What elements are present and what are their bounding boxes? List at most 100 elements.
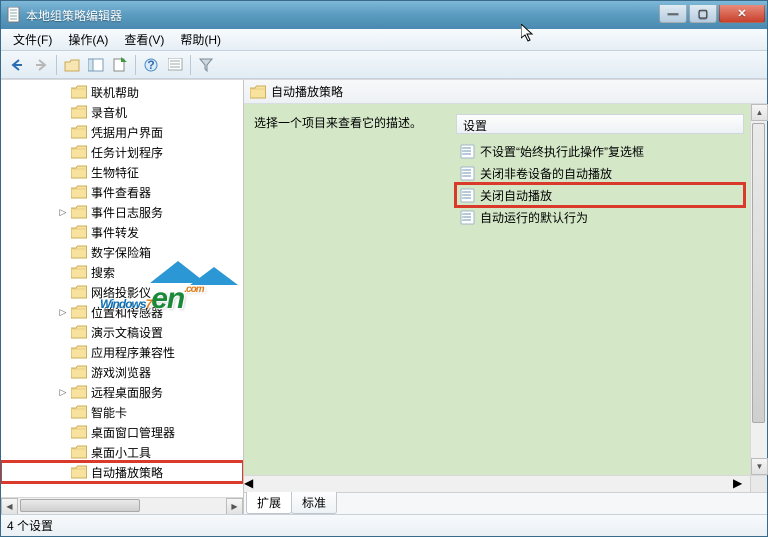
tree-item[interactable]: 桌面窗口管理器 — [1, 422, 243, 442]
scroll-track[interactable] — [261, 476, 733, 492]
tree-item[interactable]: 任务计划程序 — [1, 142, 243, 162]
tree-h-scrollbar[interactable]: ◀ ▶ — [1, 497, 243, 514]
show-tree-icon — [88, 58, 104, 72]
tree-item[interactable]: ▷事件日志服务 — [1, 202, 243, 222]
tree-item[interactable]: 应用程序兼容性 — [1, 342, 243, 362]
close-button[interactable]: ✕ — [719, 5, 765, 23]
tree-item[interactable]: 数字保险箱 — [1, 242, 243, 262]
setting-item[interactable]: 关闭非卷设备的自动播放 — [456, 162, 744, 184]
setting-item[interactable]: 关闭自动播放 — [456, 184, 744, 206]
tree-item-label: 事件转发 — [91, 224, 139, 241]
back-arrow-icon — [10, 58, 24, 72]
setting-item[interactable]: 不设置“始终执行此操作”复选框 — [456, 140, 744, 162]
setting-label: 不设置“始终执行此操作”复选框 — [480, 143, 644, 160]
tree-toggle-button[interactable] — [85, 54, 107, 76]
tree-item-label: 事件查看器 — [91, 184, 151, 201]
forward-button[interactable] — [30, 54, 52, 76]
app-window: 本地组策略编辑器 — ▢ ✕ 文件(F) 操作(A) 查看(V) 帮助(H) ?… — [0, 0, 768, 537]
folder-icon — [71, 465, 87, 479]
filter-icon — [199, 58, 213, 72]
folder-icon — [71, 445, 87, 459]
toolbar-separator — [135, 55, 136, 75]
scroll-left-button[interactable]: ◀ — [1, 498, 18, 515]
menu-bar: 文件(F) 操作(A) 查看(V) 帮助(H) — [1, 29, 767, 51]
properties-button[interactable] — [164, 54, 186, 76]
tree-item-label: 智能卡 — [91, 404, 127, 421]
setting-icon — [460, 188, 475, 203]
tree-item[interactable]: 智能卡 — [1, 402, 243, 422]
content-panel: 自动播放策略 选择一个项目来查看它的描述。 设置 不设置“始终执行此操作”复选框… — [244, 80, 767, 514]
tree-item[interactable]: 游戏浏览器 — [1, 362, 243, 382]
back-button[interactable] — [6, 54, 28, 76]
content-h-scrollbar[interactable]: ◀ ▶ — [244, 475, 767, 492]
tree-item[interactable]: ▷远程桌面服务 — [1, 382, 243, 402]
folder-icon — [71, 125, 87, 139]
tab-extended[interactable]: 扩展 — [246, 492, 292, 514]
tree-item[interactable]: 搜索 — [1, 262, 243, 282]
scroll-track[interactable] — [751, 121, 767, 458]
scroll-track[interactable] — [18, 498, 226, 515]
tree-item[interactable]: ▷ 位置和传感器 — [1, 302, 243, 322]
column-header-setting[interactable]: 设置 — [456, 114, 744, 134]
expander-icon[interactable]: ▷ — [57, 207, 69, 218]
tree-item[interactable]: 录音机 — [1, 102, 243, 122]
content-body: 选择一个项目来查看它的描述。 设置 不设置“始终执行此操作”复选框关闭非卷设备的… — [244, 104, 750, 475]
scroll-thumb[interactable] — [20, 499, 140, 512]
menu-file[interactable]: 文件(F) — [5, 29, 60, 50]
up-button[interactable] — [61, 54, 83, 76]
content-title: 自动播放策略 — [271, 83, 343, 100]
tree-item[interactable]: 事件转发 — [1, 222, 243, 242]
scroll-right-button[interactable]: ▶ — [733, 476, 750, 492]
scroll-thumb[interactable] — [263, 477, 473, 490]
setting-label: 关闭自动播放 — [480, 187, 552, 204]
expander-icon[interactable]: ▷ — [57, 307, 69, 318]
content-v-scrollbar[interactable]: ▲ ▼ — [750, 104, 767, 475]
folder-icon — [71, 305, 87, 319]
filter-button[interactable] — [195, 54, 217, 76]
folder-icon — [71, 325, 87, 339]
tree-item-label: 应用程序兼容性 — [91, 344, 175, 361]
tree-item[interactable]: 联机帮助 — [1, 82, 243, 102]
maximize-button[interactable]: ▢ — [689, 5, 717, 23]
folder-icon — [71, 145, 87, 159]
menu-help[interactable]: 帮助(H) — [172, 29, 229, 50]
help-button[interactable]: ? — [140, 54, 162, 76]
setting-item[interactable]: 自动运行的默认行为 — [456, 206, 744, 228]
window-title: 本地组策略编辑器 — [26, 7, 657, 24]
tree-item[interactable]: 凭据用户界面 — [1, 122, 243, 142]
tree-panel: 联机帮助录音机凭据用户界面任务计划程序生物特征事件查看器▷事件日志服务事件转发数… — [1, 80, 244, 514]
tree-item[interactable]: 演示文稿设置 — [1, 322, 243, 342]
tree-item[interactable]: 网络投影仪 — [1, 282, 243, 302]
folder-icon — [71, 85, 87, 99]
menu-action[interactable]: 操作(A) — [60, 29, 116, 50]
status-text: 4 个设置 — [7, 517, 53, 534]
setting-label: 自动运行的默认行为 — [480, 209, 588, 226]
tab-standard[interactable]: 标准 — [291, 492, 337, 514]
scroll-left-button[interactable]: ◀ — [244, 476, 261, 492]
tree-item[interactable]: 桌面小工具 — [1, 442, 243, 462]
tree-item-label: 位置和传感器 — [91, 304, 163, 321]
folder-icon — [71, 365, 87, 379]
svg-text:?: ? — [147, 58, 154, 72]
folder-icon — [71, 345, 87, 359]
scroll-down-button[interactable]: ▼ — [751, 458, 768, 475]
content-header: 自动播放策略 — [244, 80, 767, 104]
minimize-button[interactable]: — — [659, 5, 687, 23]
scroll-thumb[interactable] — [752, 123, 765, 423]
scroll-up-button[interactable]: ▲ — [751, 104, 768, 121]
setting-icon — [460, 166, 475, 181]
properties-icon — [168, 58, 183, 71]
scroll-right-button[interactable]: ▶ — [226, 498, 243, 515]
export-button[interactable] — [109, 54, 131, 76]
tree-item-label: 桌面窗口管理器 — [91, 424, 175, 441]
content-body-wrap: 选择一个项目来查看它的描述。 设置 不设置“始终执行此操作”复选框关闭非卷设备的… — [244, 104, 767, 475]
tree-item[interactable]: 生物特征 — [1, 162, 243, 182]
tree-viewport[interactable]: 联机帮助录音机凭据用户界面任务计划程序生物特征事件查看器▷事件日志服务事件转发数… — [1, 80, 243, 497]
title-bar[interactable]: 本地组策略编辑器 — ▢ ✕ — [1, 1, 767, 29]
tree-item[interactable]: 自动播放策略 — [1, 462, 243, 482]
folder-icon — [71, 205, 87, 219]
tree-item[interactable]: 事件查看器 — [1, 182, 243, 202]
menu-view[interactable]: 查看(V) — [116, 29, 172, 50]
expander-icon[interactable]: ▷ — [57, 387, 69, 398]
folder-icon — [71, 105, 87, 119]
